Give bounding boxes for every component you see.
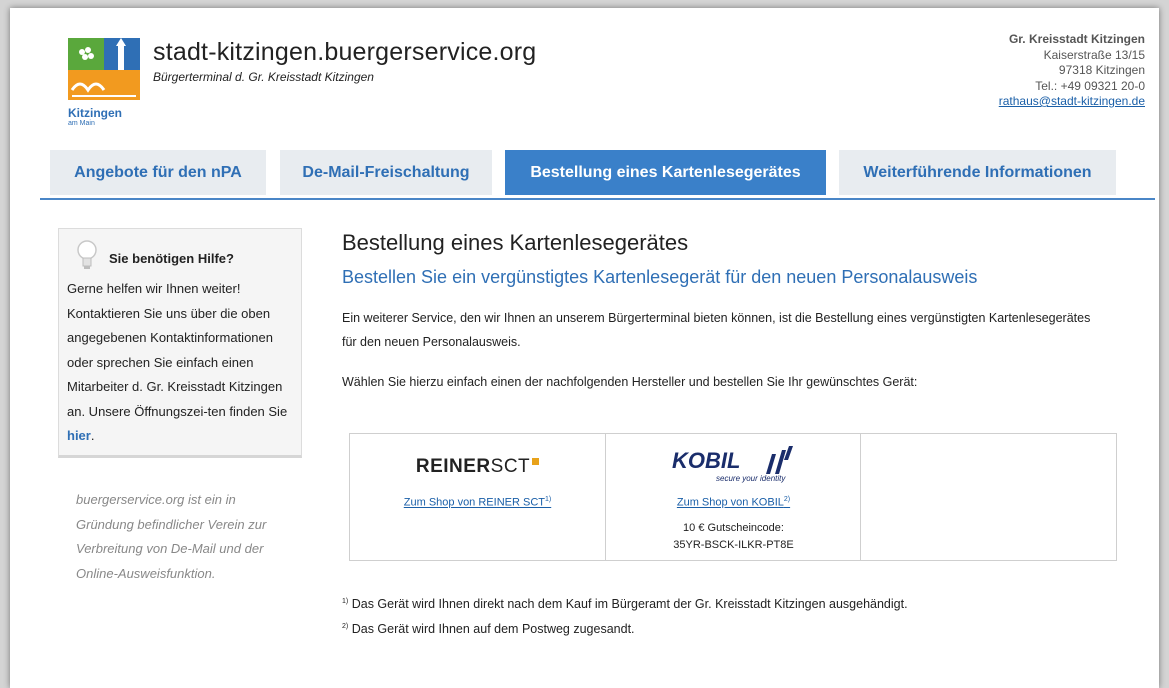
help-text-end: . [90, 428, 95, 443]
page-subtitle: Bestellen Sie ein vergünstigtes Kartenle… [342, 267, 978, 287]
site-title: stadt-kitzingen.buergerservice.org [153, 38, 537, 66]
kobil-cell: KOBIL secure your identity Zum Shop von … [605, 434, 861, 560]
contact-city: 97318 Kitzingen [1058, 63, 1145, 77]
reiner-sct-cell: REINERSCT Zum Shop von REINER SCT1) [350, 434, 605, 560]
footnote-2-mark: 2) [342, 622, 349, 630]
contact-email-link[interactable]: rathaus@stadt-kitzingen.de [999, 94, 1145, 108]
kobil-coupon: 10 € Gutscheincode: 35YR-BSCK-ILKR-PT8E [606, 520, 861, 554]
lightbulb-icon [75, 239, 99, 273]
logo-subtext: am Main [68, 120, 95, 127]
coupon-code: 35YR-BSCK-ILKR-PT8E [673, 539, 794, 551]
footnote-1: 1) Das Gerät wird Ihnen direkt nach dem … [342, 597, 908, 611]
tab-npa-offers[interactable]: Angebote für den nPA [50, 150, 266, 195]
coupon-label: 10 € Gutscheincode: [683, 522, 784, 534]
contact-street: Kaiserstraße 13/15 [1043, 47, 1145, 62]
shop-table: REINERSCT Zum Shop von REINER SCT1) KOBI… [349, 433, 1117, 561]
site-subtitle: Bürgerterminal d. Gr. Kreisstadt Kitzing… [153, 70, 374, 84]
tab-card-reader-order[interactable]: Bestellung eines Kartenlesegerätes [505, 150, 826, 195]
main-nav: Angebote für den nPA De-Mail-Freischaltu… [40, 150, 1155, 200]
intro-paragraph: Ein weiterer Service, den wir Ihnen an u… [342, 311, 1091, 349]
kobil-shop-link[interactable]: Zum Shop von KOBIL2) [606, 496, 861, 509]
help-text: Gerne helfen wir Ihnen weiter! Kontaktie… [67, 277, 295, 449]
association-note: buergerservice.org ist ein in Gründung b… [76, 492, 267, 581]
help-text-body: Gerne helfen wir Ihnen weiter! Kontaktie… [67, 281, 288, 419]
reiner-logo-light: SCT [490, 456, 531, 477]
help-box: Sie benötigen Hilfe? Gerne helfen wir Ih… [58, 228, 302, 458]
contact-phone: Tel.: +49 09321 20-0 [1035, 78, 1145, 93]
kobil-bars-icon [766, 446, 793, 474]
contact-info: Gr. Kreisstadt Kitzingen Kaiserstraße 13… [999, 32, 1145, 110]
footnote-1-mark: 1) [342, 597, 349, 605]
footnote-2: 2) Das Gerät wird Ihnen auf dem Postweg … [342, 622, 635, 636]
reiner-shop-link-label: Zum Shop von REINER SCT [403, 496, 545, 509]
opening-hours-link[interactable]: hier [67, 428, 91, 443]
tab-de-mail[interactable]: De-Mail-Freischaltung [280, 150, 492, 195]
reiner-logo-bold: REINER [415, 456, 491, 477]
page-title: Bestellung eines Kartenlesegerätes [342, 230, 689, 255]
kitzingen-logo[interactable]: Kitzingen am Main [68, 38, 140, 130]
reiner-shop-link[interactable]: Zum Shop von REINER SCT1) [350, 496, 605, 509]
kobil-footnote-mark: 2) [783, 496, 791, 503]
help-title: Sie benötigen Hilfe? [109, 251, 234, 266]
instruction-paragraph: Wählen Sie hierzu einfach einen der nach… [342, 375, 918, 389]
logo-text: Kitzingen [68, 106, 122, 120]
footnote-1-text: Das Gerät wird Ihnen direkt nach dem Kau… [351, 597, 908, 611]
reiner-sct-logo[interactable]: REINERSCT [350, 456, 605, 478]
kobil-shop-link-label: Zum Shop von KOBIL [676, 496, 784, 509]
page: Kitzingen am Main stadt-kitzingen.buerge… [10, 8, 1159, 688]
kobil-logo-text: KOBIL [672, 448, 741, 473]
reiner-footnote-mark: 1) [544, 496, 552, 503]
reiner-logo-square-icon [532, 458, 540, 465]
footnote-2-text: Das Gerät wird Ihnen auf dem Postweg zug… [351, 622, 635, 636]
contact-org: Gr. Kreisstadt Kitzingen [1008, 32, 1145, 46]
kobil-tagline: secure your identity [716, 474, 786, 483]
empty-cell [860, 434, 1117, 560]
tab-further-info[interactable]: Weiterführende Informationen [839, 150, 1116, 195]
kobil-logo[interactable]: KOBIL secure your identity [666, 444, 806, 484]
